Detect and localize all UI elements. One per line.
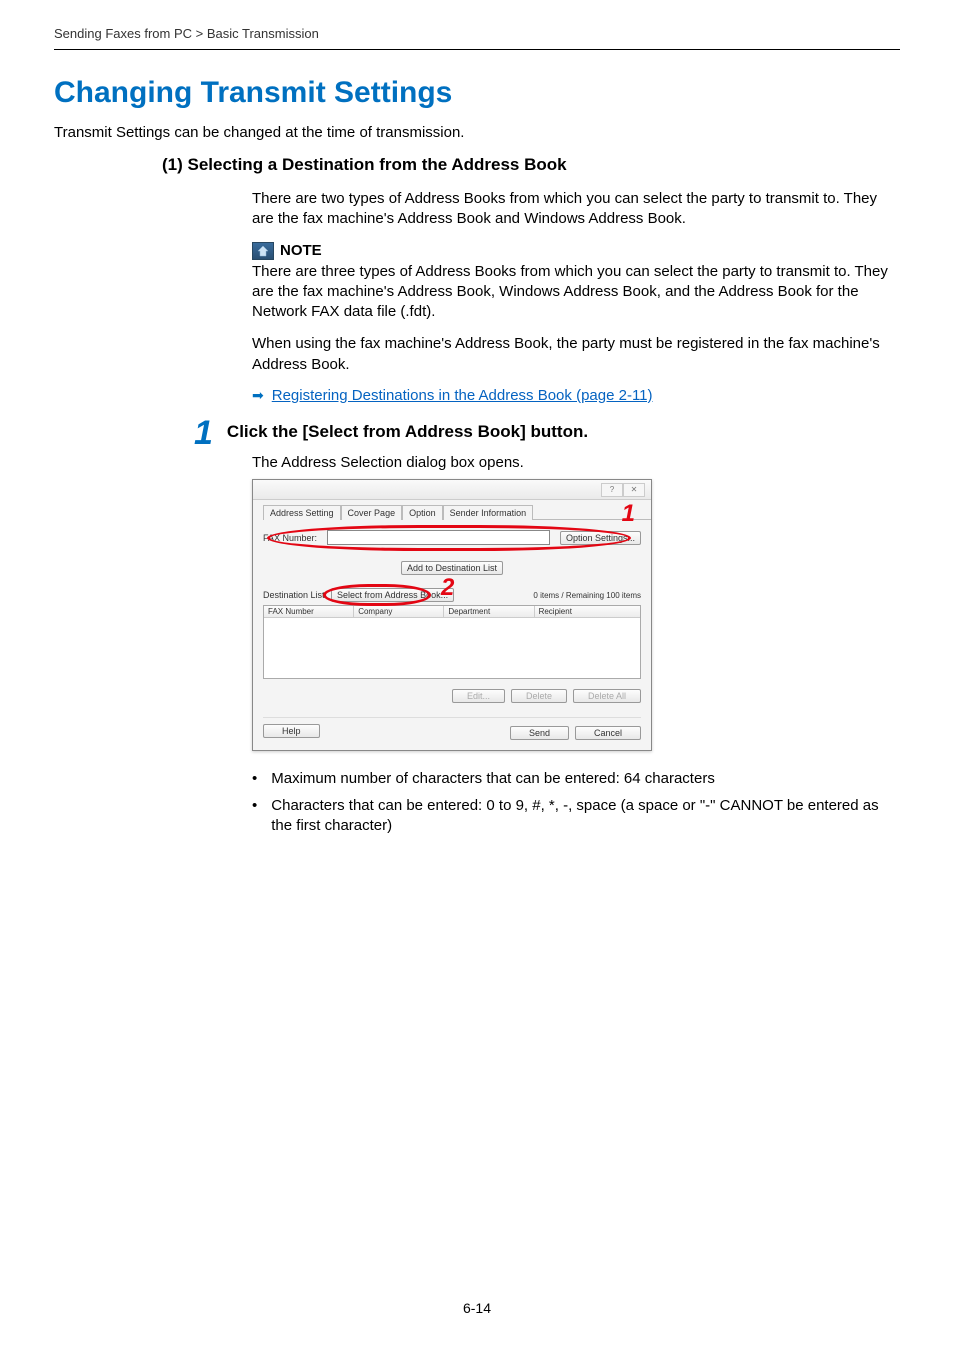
section-para2: When using the fax machine's Address Boo… [252,334,900,375]
help-button[interactable]: Help [263,724,320,738]
help-icon[interactable]: ? [601,483,623,497]
bullet-icon: • [252,796,257,837]
note-icon [252,242,274,260]
col-department[interactable]: Department [444,606,534,617]
col-fax-number[interactable]: FAX Number [264,606,354,617]
col-company[interactable]: Company [354,606,444,617]
note-label: NOTE [280,242,322,259]
table-body[interactable] [264,618,640,678]
close-icon[interactable]: ✕ [623,483,645,497]
delete-button[interactable]: Delete [511,689,567,703]
delete-all-button[interactable]: Delete All [573,689,641,703]
step-title: Click the [Select from Address Book] but… [227,418,588,442]
callout-number-1: 1 [622,500,635,528]
cancel-button[interactable]: Cancel [575,726,641,740]
option-settings-button[interactable]: Option Settings... [560,531,641,545]
bullet-text-1: Maximum number of characters that can be… [271,769,715,789]
select-from-address-book-button[interactable]: Select from Address Book... [331,588,454,602]
tab-sender-information[interactable]: Sender Information [443,505,534,520]
breadcrumb: Sending Faxes from PC > Basic Transmissi… [54,26,900,50]
send-button[interactable]: Send [510,726,569,740]
col-recipient[interactable]: Recipient [535,606,640,617]
items-remaining-label: 0 items / Remaining 100 items [533,591,641,600]
dialog-titlebar: ? ✕ [253,480,651,500]
section-para1: There are two types of Address Books fro… [252,189,900,230]
callout-number-2: 2 [441,574,454,602]
note-body: There are three types of Address Books f… [252,262,900,323]
dialog-window: ? ✕ Address Setting Cover Page Option Se… [252,479,652,751]
page-number: 6-14 [0,1300,954,1316]
destination-list-label: Destination List: [263,590,327,600]
reference-link[interactable]: Registering Destinations in the Address … [272,387,653,404]
note-box: NOTE There are three types of Address Bo… [252,242,900,323]
link-arrow-icon: ➡ [252,387,264,404]
section-title: (1) Selecting a Destination from the Add… [162,155,900,175]
destination-table: FAX Number Company Department Recipient [263,605,641,679]
bullet-icon: • [252,769,257,789]
intro-text: Transmit Settings can be changed at the … [54,124,900,141]
tab-cover-page[interactable]: Cover Page [341,505,403,520]
fax-number-label: FAX Number: [263,533,317,543]
tab-address-setting[interactable]: Address Setting [263,505,341,520]
bullet-text-2: Characters that can be entered: 0 to 9, … [271,796,900,837]
add-to-destination-button[interactable]: Add to Destination List [401,561,503,575]
tab-option[interactable]: Option [402,505,443,520]
page-title: Changing Transmit Settings [54,76,900,110]
step-number: 1 [194,418,213,449]
step-body: The Address Selection dialog box opens. [252,454,900,471]
fax-number-input[interactable] [327,530,550,545]
edit-button[interactable]: Edit... [452,689,505,703]
